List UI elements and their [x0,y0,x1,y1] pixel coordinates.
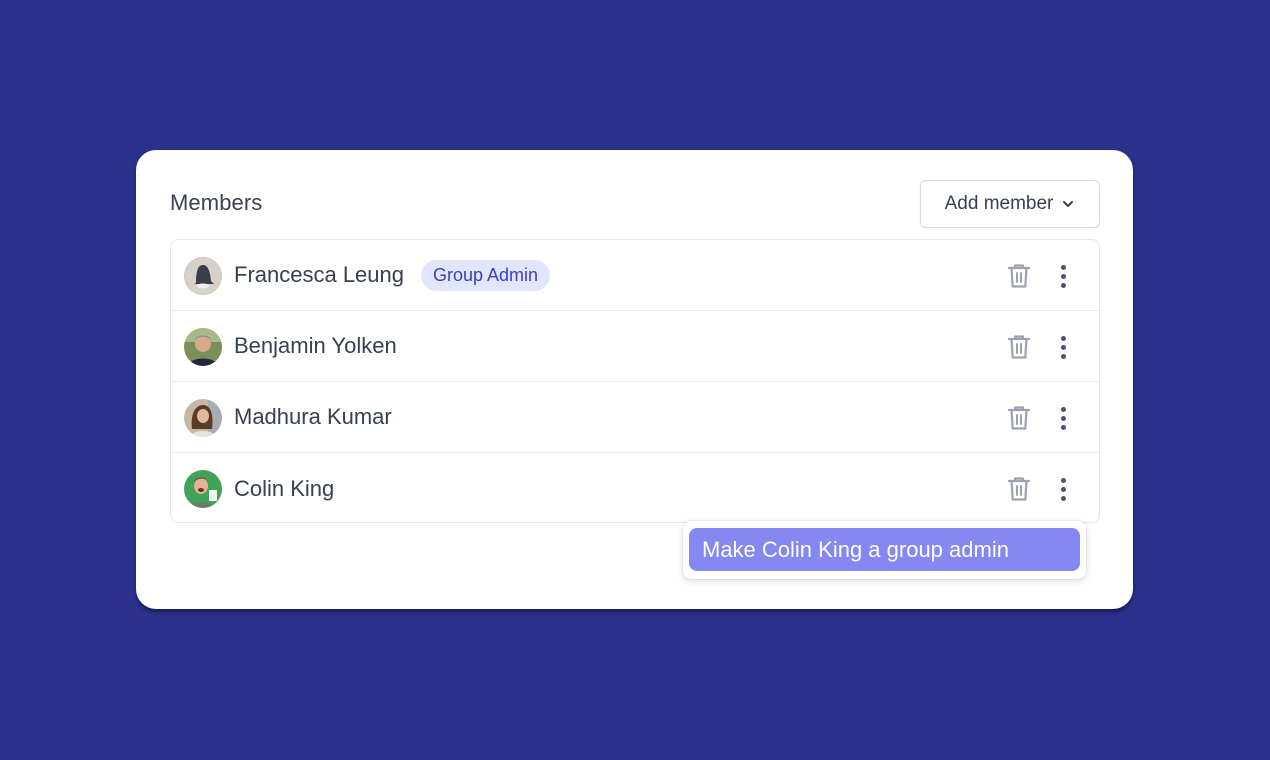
member-name: Francesca Leung [234,262,404,287]
trash-icon[interactable] [1005,332,1033,362]
trash-icon[interactable] [1005,403,1033,433]
members-list: Francesca Leung Group Admin Benjamin Yol… [170,239,1100,523]
avatar [184,328,222,366]
members-title: Members [170,190,263,215]
member-row: Benjamin Yolken [171,311,1099,382]
member-row: Madhura Kumar [171,382,1099,453]
avatar [184,399,222,437]
member-row: Francesca Leung Group Admin [171,240,1099,311]
make-group-admin-menu-item[interactable]: Make Colin King a group admin [689,528,1080,571]
member-name: Madhura Kumar [234,404,392,429]
kebab-menu-icon[interactable] [1055,332,1071,362]
avatar-woman-long-hair-icon [184,399,222,437]
trash-icon[interactable] [1005,474,1033,504]
member-name: Benjamin Yolken [234,333,397,358]
members-card: Members Add member Francesca Leung Group… [136,150,1133,609]
kebab-menu-icon[interactable] [1055,474,1071,504]
chevron-down-icon [1063,201,1074,207]
kebab-menu-icon[interactable] [1055,261,1071,291]
group-admin-badge: Group Admin [421,259,551,291]
avatar-knit-hat-icon [184,257,222,295]
avatar-man-green-bg-icon [184,470,222,508]
member-context-menu: Make Colin King a group admin [683,521,1086,579]
add-member-label: Add member [944,193,1054,214]
avatar-man-outdoors-icon [184,328,222,366]
avatar [184,257,222,295]
add-member-button[interactable]: Add member [920,180,1100,228]
avatar [184,470,222,508]
trash-icon[interactable] [1005,261,1033,291]
member-row: Colin King [171,453,1099,524]
kebab-menu-icon[interactable] [1055,403,1071,433]
member-name: Colin King [234,475,335,501]
